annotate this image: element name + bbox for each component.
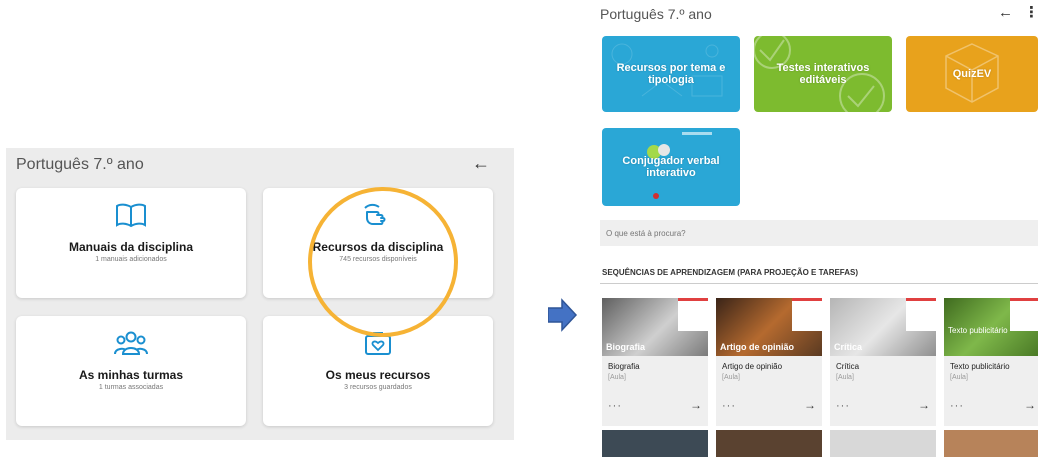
page-title: Português 7.º ano	[600, 6, 712, 22]
sequence-type: [Aula]	[836, 374, 854, 381]
search-input[interactable]	[600, 220, 1032, 246]
thumbnail: Texto publicitário	[944, 298, 1038, 356]
sequence-type: [Aula]	[608, 374, 626, 381]
more-options-icon[interactable]: ···	[722, 400, 736, 412]
divider	[600, 283, 1038, 284]
thumbnail: Biografia	[602, 298, 708, 356]
sequence-thumbnail-partial[interactable]	[602, 430, 708, 457]
thumbnail: Crítica	[830, 298, 936, 356]
sequence-card-biografia[interactable]: Biografia Biografia [Aula] ··· →	[602, 298, 708, 426]
tile-quizev[interactable]: QuizEV	[906, 36, 1038, 112]
card-title: As minhas turmas	[78, 368, 184, 382]
section-title: SEQUÊNCIAS DE APRENDIZAGEM (PARA PROJEÇÃ…	[602, 268, 859, 277]
sequence-type: [Aula]	[722, 374, 740, 381]
sequence-thumbnail-partial[interactable]	[830, 430, 936, 457]
arrow-right-icon[interactable]: →	[690, 398, 702, 412]
thumbnail-label: Texto publicitário	[948, 326, 1008, 335]
card-recursos[interactable]: Recursos da disciplina 745 recursos disp…	[263, 188, 493, 298]
tile-recursos-tema[interactable]: Recursos por tema e tipologia	[602, 36, 740, 112]
tile-label: Conjugador verbal interativo	[622, 155, 720, 179]
briefcase-heart-icon	[263, 330, 493, 360]
tile-conjugador[interactable]: Conjugador verbal interativo	[602, 128, 740, 206]
arrow-left-icon[interactable]: ←	[472, 153, 490, 174]
doc-preview	[906, 298, 936, 331]
sequence-name: Texto publicitário	[950, 362, 1010, 371]
card-title: Manuais da disciplina	[68, 240, 194, 254]
arrow-right-icon[interactable]: →	[918, 398, 930, 412]
doc-preview	[678, 298, 708, 331]
card-turmas[interactable]: As minhas turmas 1 turmas associadas	[16, 316, 246, 426]
card-subtitle: 1 manuais adicionados	[95, 256, 167, 263]
card-title: Os meus recursos	[325, 368, 431, 382]
card-title: Recursos da disciplina	[312, 240, 444, 254]
sequence-name: Crítica	[836, 362, 860, 371]
sequence-card-critica[interactable]: Crítica Crítica [Aula] ··· →	[830, 298, 936, 426]
card-manuais[interactable]: Manuais da disciplina 1 manuais adiciona…	[16, 188, 246, 298]
hand-pointer-icon	[263, 202, 493, 232]
more-options-icon[interactable]: ···	[836, 400, 850, 412]
sequence-name: Artigo de opinião	[722, 362, 783, 371]
arrow-right-icon[interactable]: →	[804, 398, 816, 412]
arrow-left-icon[interactable]: ←	[998, 4, 1013, 21]
more-options-icon[interactable]: ···	[950, 400, 964, 412]
book-icon	[16, 202, 246, 232]
group-icon	[16, 330, 246, 360]
thumbnail-label: Biografia	[606, 342, 646, 352]
arrow-right-icon[interactable]: →	[1024, 398, 1036, 412]
doc-preview	[1010, 298, 1038, 331]
card-subtitle: 3 recursos guardados	[344, 384, 412, 391]
sequence-card-artigo[interactable]: Artigo de opinião Artigo de opinião [Aul…	[716, 298, 822, 426]
card-subtitle: 1 turmas associadas	[98, 384, 164, 391]
card-meus-recursos[interactable]: Os meus recursos 3 recursos guardados	[263, 316, 493, 426]
thumbnail-label: Artigo de opinião	[720, 342, 794, 352]
sequence-name: Biografia	[608, 362, 640, 371]
tile-label: QuizEV	[952, 68, 992, 80]
doc-preview	[792, 298, 822, 331]
left-screen: Português 7.º ano ← Manuais da disciplin…	[6, 148, 514, 440]
tile-label: Testes interativos editáveis	[776, 62, 870, 86]
sequence-thumbnail-partial[interactable]	[944, 430, 1038, 457]
search-bar[interactable]	[600, 220, 1038, 246]
more-options-icon[interactable]: ···	[608, 400, 622, 412]
tile-testes[interactable]: Testes interativos editáveis	[754, 36, 892, 112]
sequence-type: [Aula]	[950, 374, 968, 381]
thumbnail-label: Crítica	[834, 342, 863, 352]
thumbnail: Artigo de opinião	[716, 298, 822, 356]
page-title: Português 7.º ano	[16, 156, 144, 173]
card-subtitle: 745 recursos disponíveis	[339, 256, 417, 263]
sequence-card-texto-publicitario[interactable]: Texto publicitário Texto publicitário [A…	[944, 298, 1038, 426]
tile-label: Recursos por tema e tipologia	[616, 62, 726, 86]
more-vertical-icon[interactable]: ⋮	[1024, 3, 1038, 21]
arrow-right-icon	[548, 298, 578, 332]
sequence-thumbnail-partial[interactable]	[716, 430, 822, 457]
